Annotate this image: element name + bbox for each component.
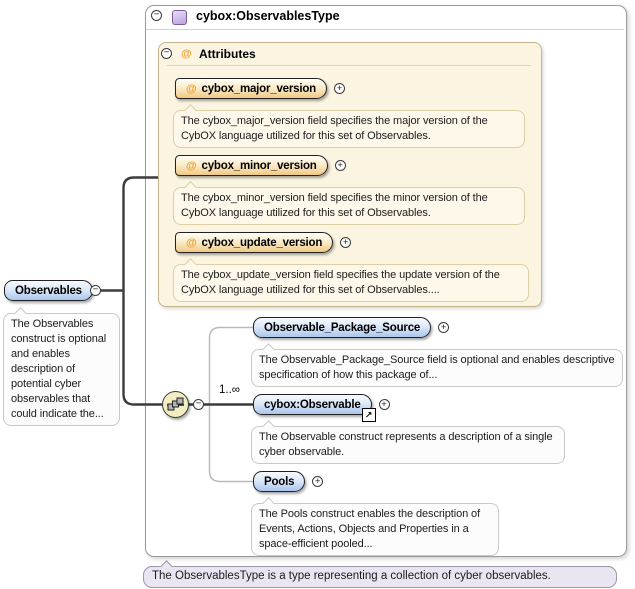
element-pill-cybox-observable[interactable]: cybox:Observable ↗ xyxy=(253,394,372,415)
at-icon: @ xyxy=(186,160,197,172)
element-name: cybox:Observable xyxy=(264,399,361,411)
child-element-row: Observable_Package_Source + xyxy=(253,317,449,338)
collapse-observables-button[interactable]: − xyxy=(90,285,101,296)
element-description: The Observable construct represents a de… xyxy=(251,426,565,464)
attribute-pill-cybox-update-version[interactable]: @ cybox_update_version xyxy=(175,232,333,253)
reference-link-icon[interactable]: ↗ xyxy=(362,408,376,422)
expand-attribute-button[interactable]: + xyxy=(335,160,346,171)
expand-element-button[interactable]: + xyxy=(379,399,390,410)
attribute-description: The cybox_minor_version field specifies … xyxy=(173,187,525,225)
collapse-sequence-button[interactable]: − xyxy=(193,399,204,410)
cardinality-label: 1..∞ xyxy=(219,384,240,396)
collapse-attributes-button[interactable]: − xyxy=(161,48,172,59)
attribute-pill-cybox-major-version[interactable]: @ cybox_major_version xyxy=(175,78,327,99)
element-pill-pools[interactable]: Pools xyxy=(253,471,305,492)
element-description: The Pools construct enables the descript… xyxy=(251,503,499,556)
collapse-type-button[interactable]: − xyxy=(151,10,162,21)
expand-attribute-button[interactable]: + xyxy=(340,237,351,248)
attributes-header-separator xyxy=(167,65,531,68)
element-description: The Observables construct is optional an… xyxy=(3,313,120,426)
schema-diagram: − cybox:ObservablesType − @ Attributes @… xyxy=(0,0,635,589)
type-header-separator xyxy=(146,29,624,32)
attribute-pill-cybox-minor-version[interactable]: @ cybox_minor_version xyxy=(175,155,328,176)
type-title: cybox:ObservablesType xyxy=(196,9,340,23)
sequence-icon xyxy=(166,395,185,414)
sequence-compositor[interactable] xyxy=(162,391,189,418)
attribute-row: @ cybox_major_version + xyxy=(175,78,345,99)
attribute-row: @ cybox_minor_version + xyxy=(175,155,346,176)
attributes-title: Attributes xyxy=(199,47,256,61)
attribute-row: @ cybox_update_version + xyxy=(175,232,351,253)
expand-element-button[interactable]: + xyxy=(312,476,323,487)
at-icon: @ xyxy=(186,237,197,249)
attribute-name: cybox_major_version xyxy=(202,83,316,95)
at-icon: @ xyxy=(186,83,197,95)
complex-type-icon xyxy=(172,10,187,25)
expand-element-button[interactable]: + xyxy=(438,322,449,333)
attribute-description: The cybox_major_version field specifies … xyxy=(173,110,525,148)
root-element-row: Observables xyxy=(4,280,93,301)
child-element-row: Pools + xyxy=(253,471,323,492)
element-name: Observable_Package_Source xyxy=(264,322,420,334)
element-description: The Observable_Package_Source field is o… xyxy=(251,349,623,387)
attribute-name: cybox_minor_version xyxy=(202,160,317,172)
type-annotation: The ObservablesType is a type representi… xyxy=(143,566,617,588)
expand-attribute-button[interactable]: + xyxy=(334,83,345,94)
at-icon: @ xyxy=(181,48,192,60)
element-pill-observable-package-source[interactable]: Observable_Package_Source xyxy=(253,317,431,338)
element-name: Observables xyxy=(15,285,82,297)
attribute-name: cybox_update_version xyxy=(202,237,323,249)
attribute-description: The cybox_update_version field specifies… xyxy=(173,264,529,302)
element-pill-observables[interactable]: Observables xyxy=(4,280,93,301)
element-name: Pools xyxy=(264,476,294,488)
child-element-row: cybox:Observable ↗ + xyxy=(253,394,390,415)
